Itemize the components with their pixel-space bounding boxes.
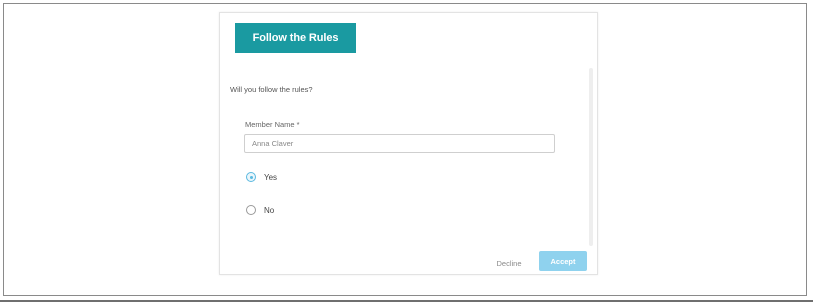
radio-label-no: No: [264, 205, 275, 215]
accept-button[interactable]: Accept: [539, 251, 587, 271]
radio-button-no[interactable]: [246, 205, 256, 215]
radio-button-yes[interactable]: [246, 172, 256, 182]
radio-label-yes: Yes: [264, 172, 278, 182]
decline-button[interactable]: Decline: [486, 253, 532, 273]
member-name-input[interactable]: [244, 134, 555, 153]
member-name-label: Member Name *: [245, 120, 300, 129]
radio-option-yes[interactable]: Yes: [246, 172, 277, 182]
consent-question: Will you follow the rules?: [230, 85, 313, 94]
radio-option-no[interactable]: No: [246, 205, 274, 215]
dialog-title: Follow the Rules Consent: [235, 23, 356, 74]
consent-dialog: Follow the Rules Consent Will you follow…: [219, 12, 598, 275]
dialog-scrollbar[interactable]: [589, 68, 593, 246]
